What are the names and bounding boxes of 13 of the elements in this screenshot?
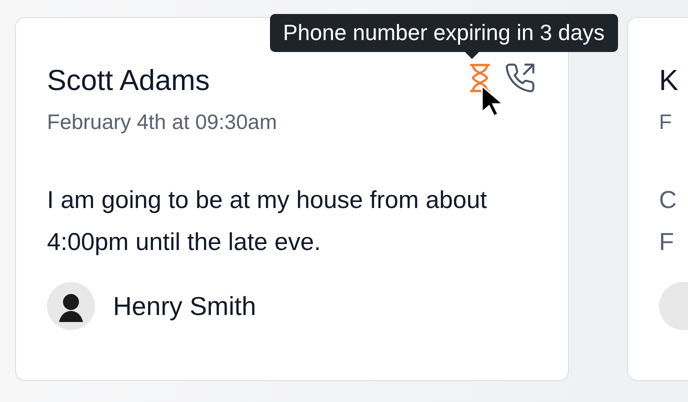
date-text: F <box>659 110 673 136</box>
tooltip-pointer <box>465 52 479 59</box>
contact-name: K <box>659 64 680 99</box>
hourglass-icon[interactable] <box>468 63 492 93</box>
contact-name: Scott Adams <box>47 64 210 99</box>
phone-outgoing-icon[interactable] <box>504 62 536 94</box>
message-text: C <box>659 186 678 216</box>
date-text: February 4th at 09:30am <box>47 110 278 136</box>
message-text: I am going to be at my house from about 4:00pm until the late eve. <box>47 186 488 258</box>
message-text: F <box>659 228 675 258</box>
author-name: Henry Smith <box>113 290 256 322</box>
avatar-icon <box>47 282 95 330</box>
tooltip: Phone number expiring in 3 days <box>270 14 618 52</box>
